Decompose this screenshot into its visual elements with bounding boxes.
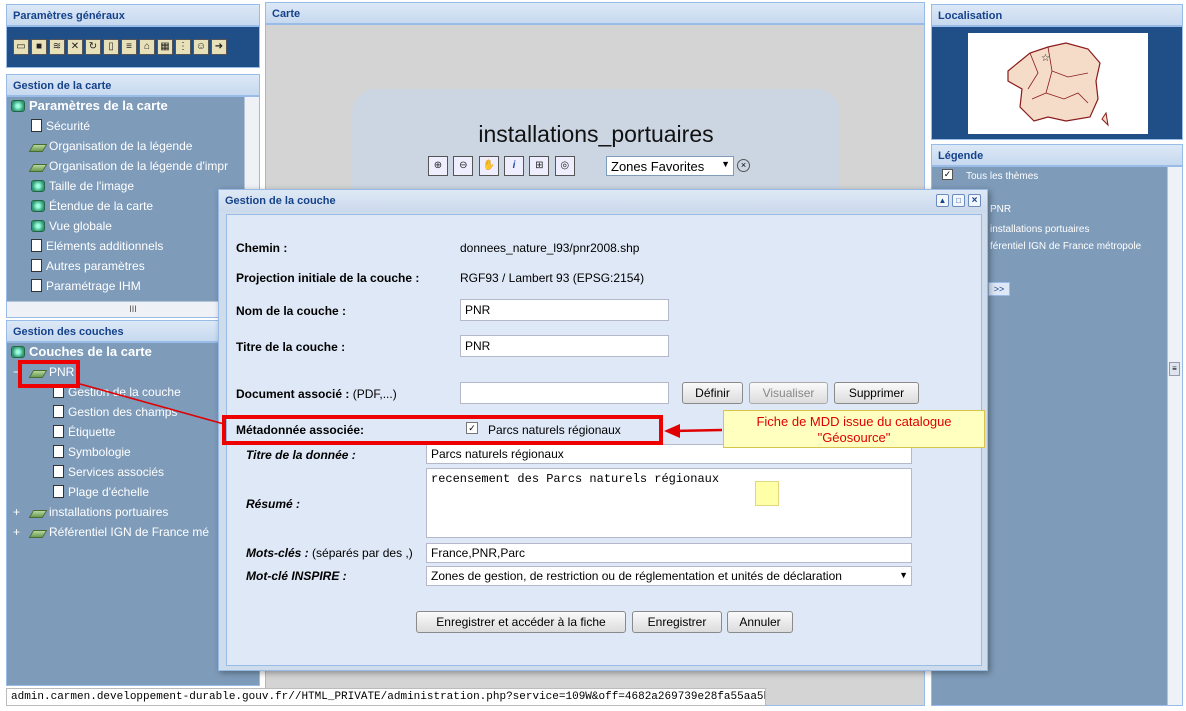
status-bar-url: admin.carmen.developpement-durable.gouv.… — [6, 688, 766, 706]
arrow-head-icon — [664, 424, 680, 438]
annotation-arrows — [79, 383, 723, 438]
annotation-callout: Fiche de MDD issue du catalogue "Géosour… — [723, 410, 985, 448]
pointer-line — [79, 383, 225, 425]
